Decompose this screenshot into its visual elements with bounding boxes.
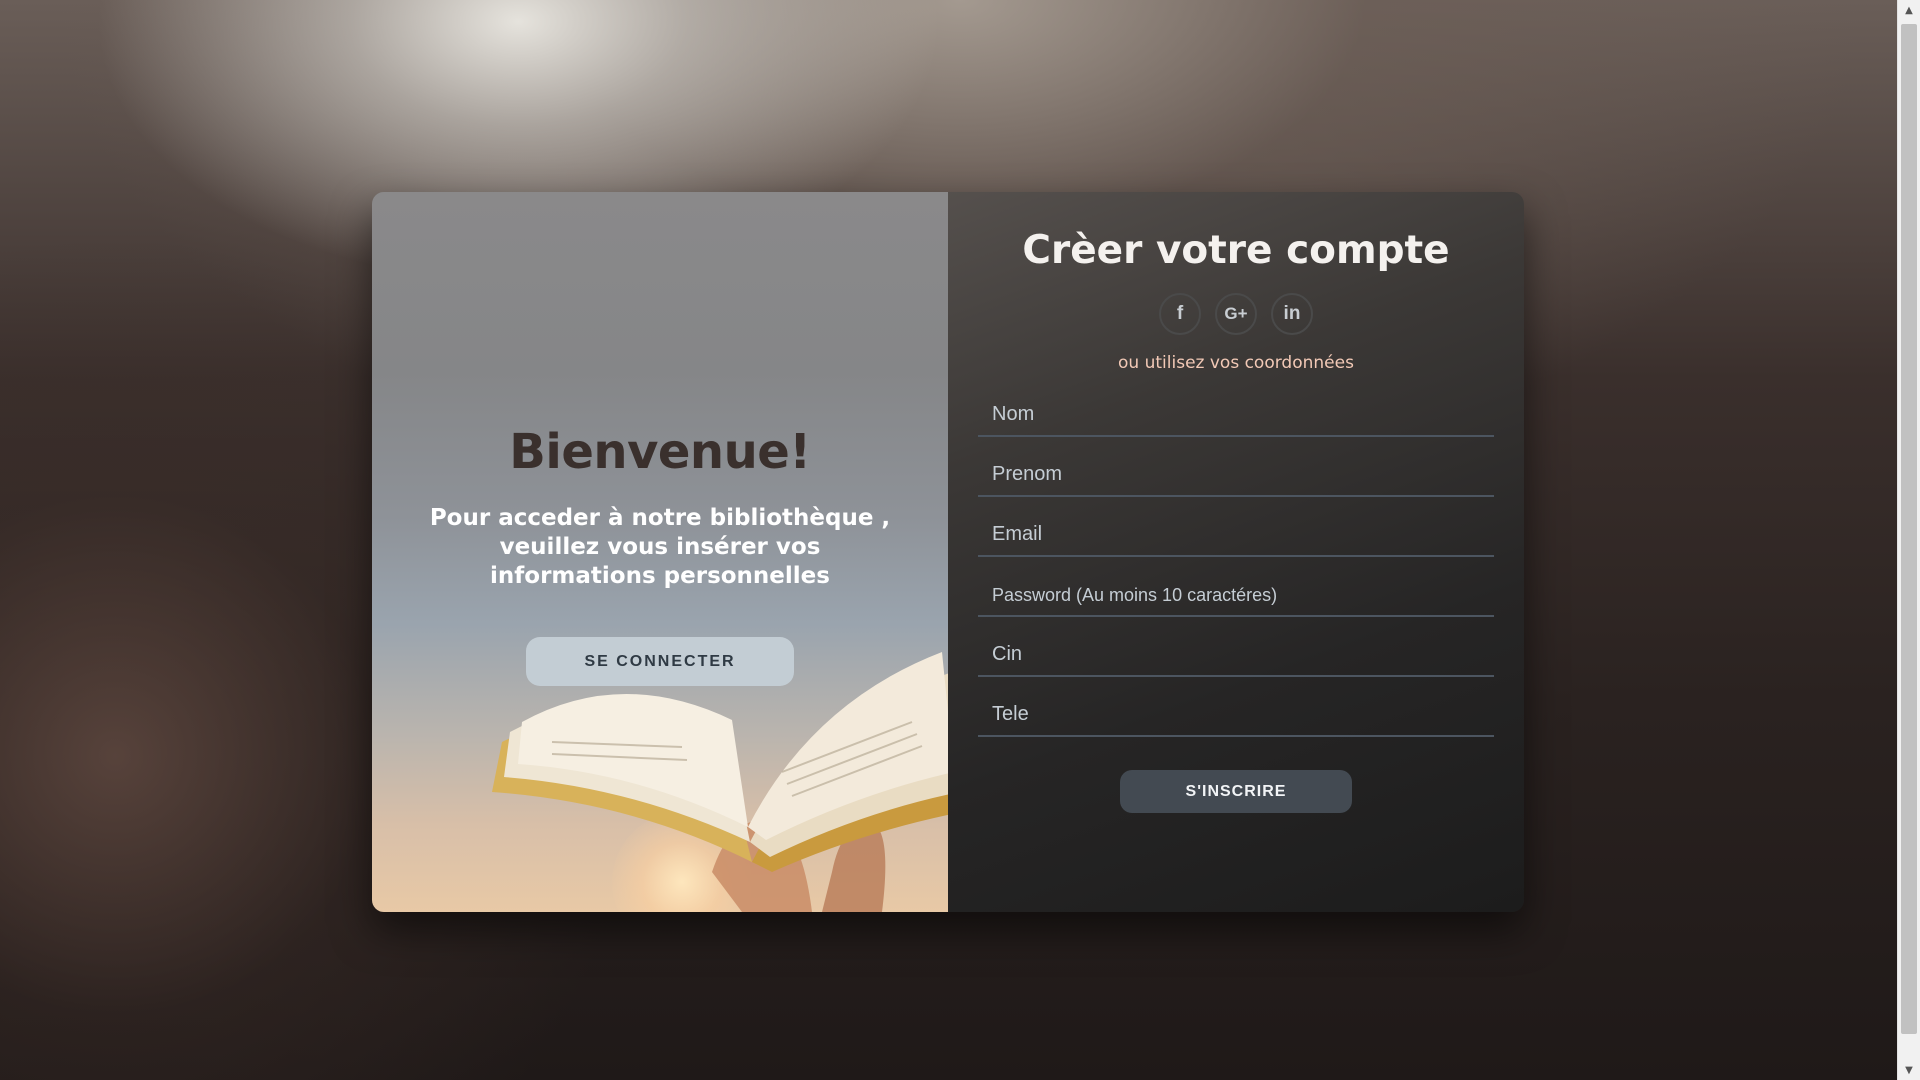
welcome-content: Bienvenue! Pour acceder à notre biblioth… [372,192,948,912]
cin-input[interactable] [992,643,1494,666]
signup-title: Crèer votre compte [1022,228,1450,273]
welcome-panel: Bienvenue! Pour acceder à notre biblioth… [372,192,948,912]
welcome-title: Bienvenue! [509,424,811,480]
auth-card: Bienvenue! Pour acceder à notre biblioth… [372,192,1524,912]
signup-button[interactable]: S'INSCRIRE [1120,770,1352,813]
email-field-wrapper [978,497,1494,557]
cin-field-wrapper [978,617,1494,677]
scroll-up-arrow-icon[interactable]: ▲ [1898,0,1920,20]
tele-field-wrapper [978,677,1494,737]
scroll-down-arrow-icon[interactable]: ▼ [1898,1060,1920,1080]
signup-fields [978,385,1494,737]
welcome-description: Pour acceder à notre bibliothèque , veui… [429,505,891,589]
nom-input[interactable] [992,403,1494,426]
google-plus-icon[interactable]: G+ [1215,293,1257,335]
signup-panel: Crèer votre compte f G+ in ou utilisez v… [948,192,1524,912]
nom-field-wrapper [978,385,1494,437]
alternative-text: ou utilisez vos coordonnées [1118,353,1354,373]
email-input[interactable] [992,523,1494,546]
scrollbar-thumb[interactable] [1901,24,1917,1034]
prenom-input[interactable] [992,463,1494,486]
linkedin-icon[interactable]: in [1271,293,1313,335]
prenom-field-wrapper [978,437,1494,497]
password-field-wrapper [978,557,1494,617]
tele-input[interactable] [992,703,1494,726]
page-scrollbar[interactable]: ▲ ▼ [1897,0,1920,1080]
password-input[interactable] [992,585,1494,606]
social-login-row: f G+ in [1159,293,1313,335]
facebook-icon[interactable]: f [1159,293,1201,335]
login-button[interactable]: SE CONNECTER [526,637,794,686]
